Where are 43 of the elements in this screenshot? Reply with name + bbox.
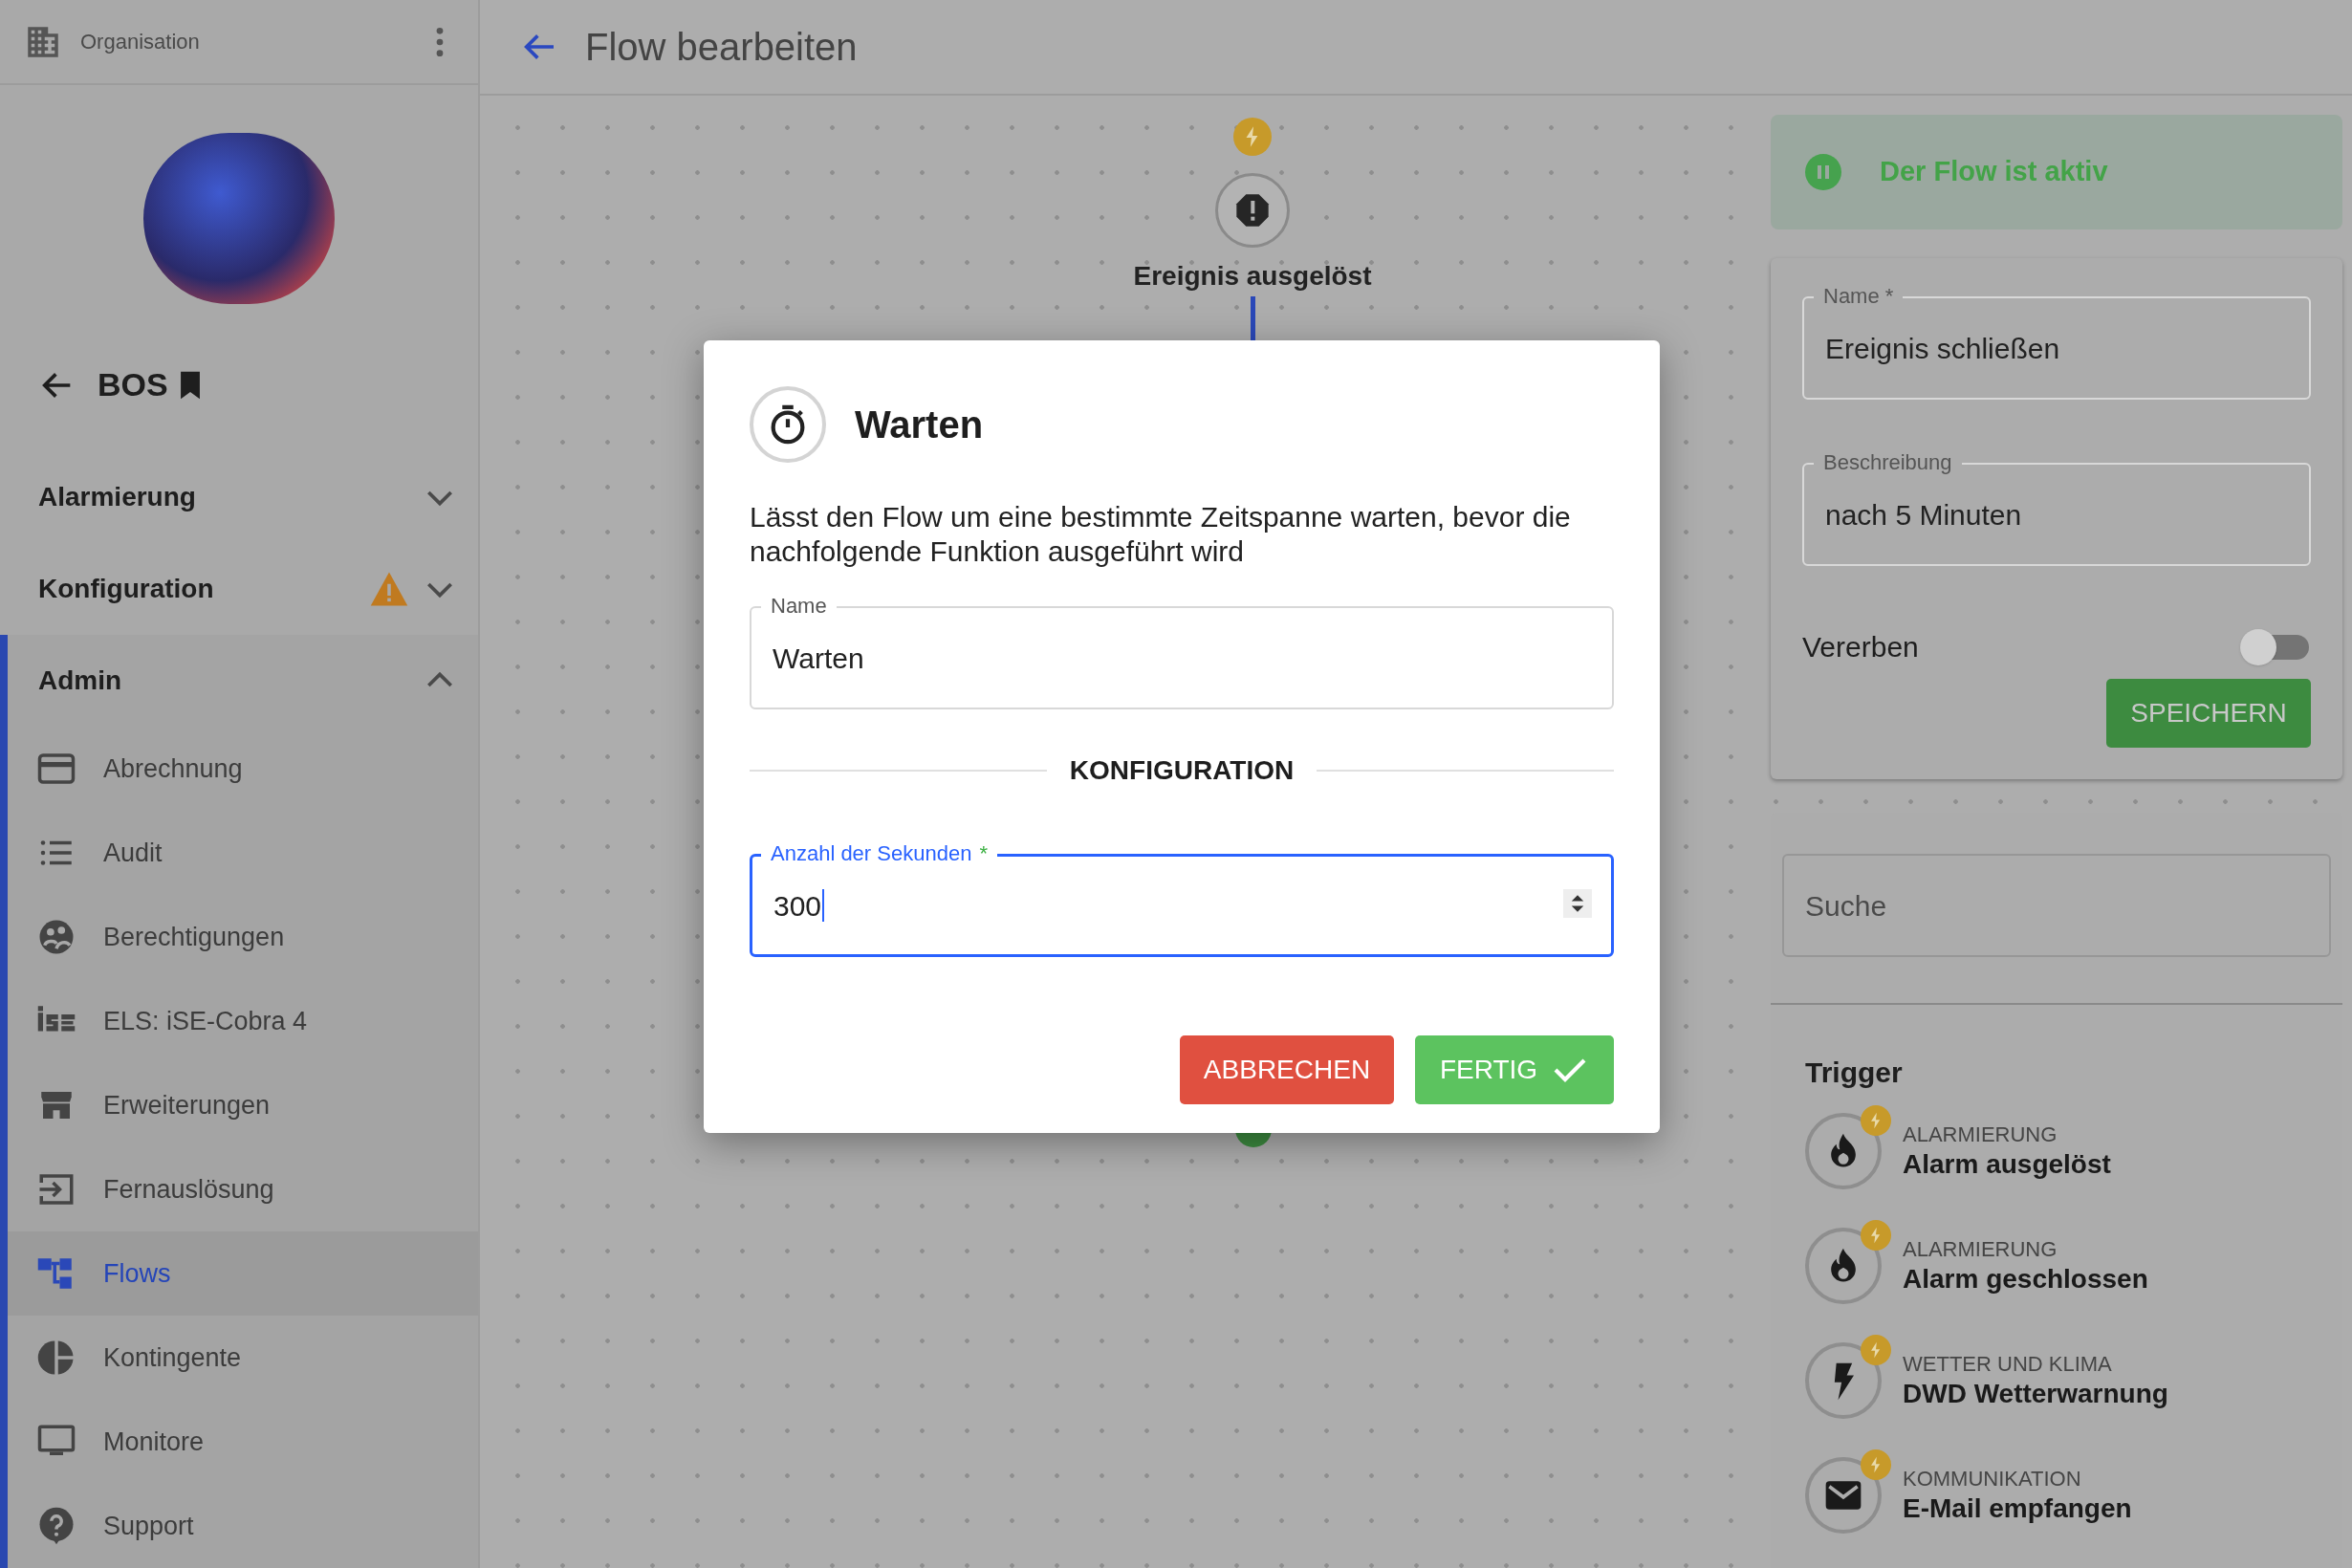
status-banner: Der Flow ist aktiv xyxy=(1771,115,2342,229)
trigger-category: WETTER UND KLIMA xyxy=(1903,1351,2113,1378)
cancel-button[interactable]: ABBRECHEN xyxy=(1180,1035,1394,1104)
confirm-button[interactable]: FERTIG xyxy=(1415,1035,1614,1104)
trigger-category: KOMMUNIKATION xyxy=(1903,1466,2082,1492)
dialog-description: Lässt den Flow um eine bestimmte Zeitspanne warten, bevor die nachfolgende Funktion ausgeführt wird xyxy=(750,500,1572,569)
section-title: KONFIGURATION xyxy=(1069,754,1295,787)
nav-item[interactable]: Berechtigungen xyxy=(8,895,478,979)
section-header[interactable]: Alarmierung xyxy=(0,451,478,543)
node-label: Ereignis ausgelöst xyxy=(1133,260,1372,293)
section-header[interactable]: Konfiguration xyxy=(0,543,478,635)
trigger-item[interactable]: ALARMIERUNG Alarm ausgelöst xyxy=(1805,1094,2308,1209)
nav-item[interactable]: Abrechnung xyxy=(8,727,478,811)
trigger-name: E-Mail empfangen xyxy=(1903,1492,2132,1525)
search-field[interactable]: Suche xyxy=(1782,854,2331,957)
trigger-category: ALARMIERUNG xyxy=(1903,1122,2058,1148)
nav-item[interactable]: Monitore xyxy=(8,1400,478,1484)
text-cursor xyxy=(822,889,825,922)
org-switcher-label[interactable]: Organisation xyxy=(80,26,403,58)
dialog-title: Warten xyxy=(855,403,984,447)
nav-item[interactable]: Erweiterungen xyxy=(8,1063,478,1147)
trigger-name: DWD Wetterwarnung xyxy=(1903,1378,2168,1410)
nav-item[interactable]: Audit xyxy=(8,811,478,895)
save-button[interactable]: SPEICHERN xyxy=(2106,679,2311,748)
trigger-name: Alarm ausgelöst xyxy=(1903,1148,2111,1181)
nav-item[interactable]: Fernauslösung xyxy=(8,1147,478,1231)
trigger-category: ALARMIERUNG xyxy=(1903,1236,2058,1263)
nav-item[interactable]: ELS: iSE-Cobra 4 xyxy=(8,979,478,1063)
nav-item[interactable]: Flows xyxy=(8,1231,478,1316)
number-stepper-icon[interactable] xyxy=(1563,889,1592,918)
list-heading: Trigger xyxy=(1805,1056,1904,1090)
section-header[interactable]: Admin xyxy=(8,635,478,727)
nav-item[interactable]: Support xyxy=(8,1484,478,1568)
trigger-item[interactable]: WETTER UND KLIMA DWD Wetterwarnung xyxy=(1805,1323,2308,1438)
toggle-switch[interactable] xyxy=(2240,629,2311,664)
organization-name: BOS xyxy=(98,365,168,405)
trigger-item[interactable]: ALARMIERUNG Alarm geschlossen xyxy=(1805,1209,2308,1323)
nav-item[interactable]: Kontingente xyxy=(8,1316,478,1400)
trigger-item[interactable]: KOMMUNIKATION E-Mail empfangen xyxy=(1805,1438,2308,1553)
page-title: Flow bearbeiten xyxy=(585,25,858,70)
trigger-name: Alarm geschlossen xyxy=(1903,1263,2148,1296)
toggle-label: Vererben xyxy=(1802,629,1920,664)
alert-icon xyxy=(1233,191,1272,229)
